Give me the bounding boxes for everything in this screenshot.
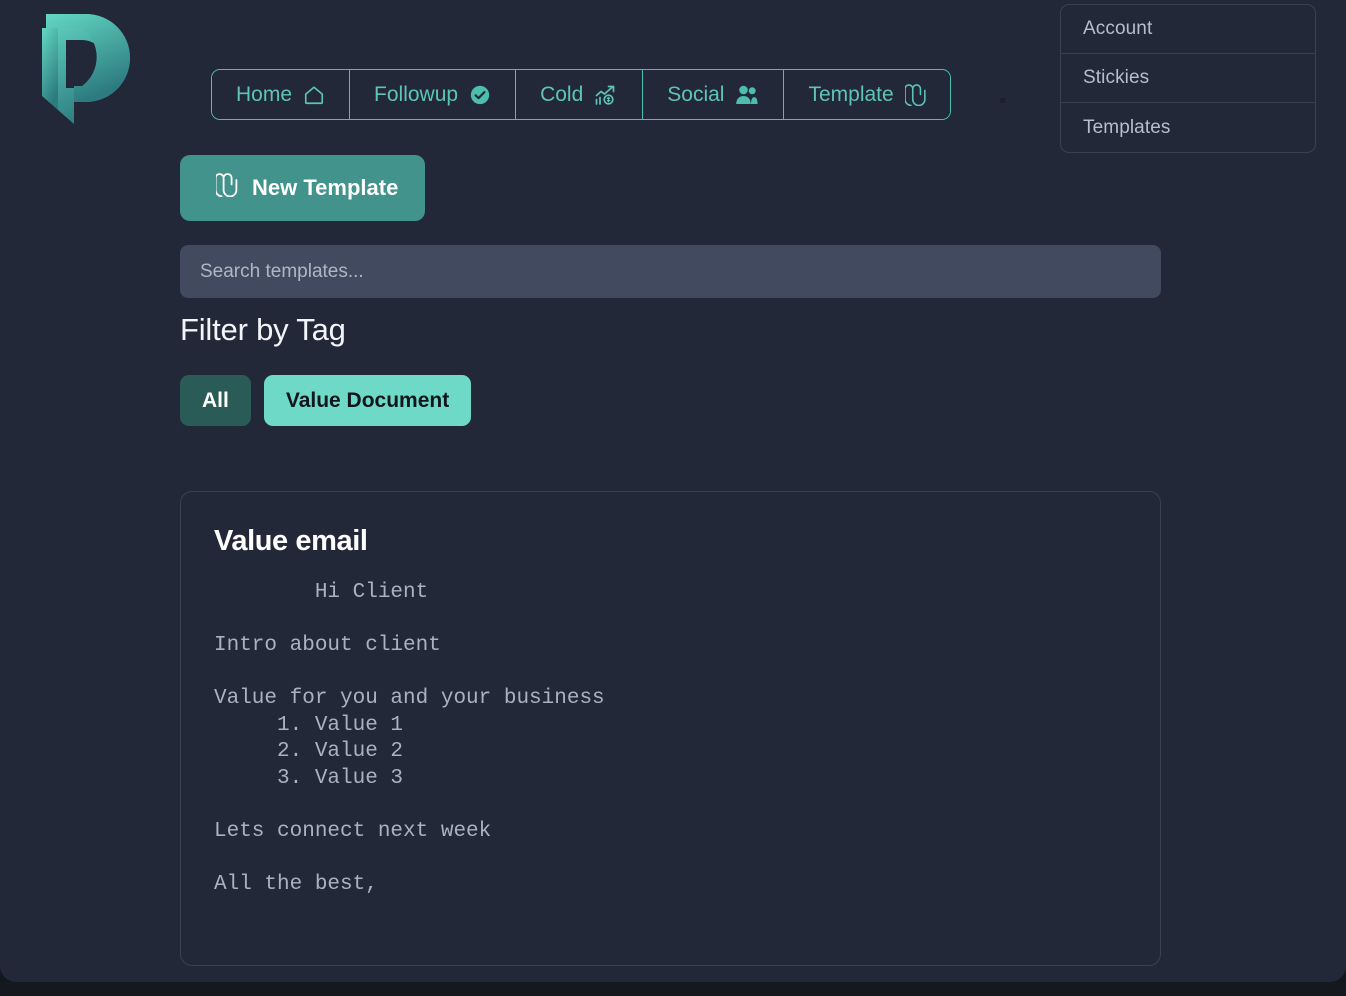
tab-template[interactable]: Template xyxy=(784,70,949,119)
tag-filter-row: All Value Document xyxy=(180,375,471,426)
account-menu: Account Stickies Templates xyxy=(1060,4,1316,153)
new-template-label: New Template xyxy=(252,175,398,201)
paperclip-icon xyxy=(905,84,926,106)
tab-social[interactable]: Social xyxy=(643,70,784,119)
search-input[interactable] xyxy=(180,245,1161,298)
menu-item-label: Templates xyxy=(1083,117,1171,139)
menu-item-templates[interactable]: Templates xyxy=(1061,103,1315,152)
home-icon xyxy=(303,84,325,106)
tag-filter-value-document[interactable]: Value Document xyxy=(264,375,471,426)
menu-item-stickies[interactable]: Stickies xyxy=(1061,54,1315,103)
tab-label: Cold xyxy=(540,83,583,107)
template-body: Hi Client Intro about client Value for y… xyxy=(214,580,1127,898)
menu-item-label: Account xyxy=(1083,18,1152,40)
paperclip-icon xyxy=(216,173,238,203)
window-frame-bottom xyxy=(0,982,1346,996)
menu-item-label: Stickies xyxy=(1083,67,1149,89)
chart-trending-money-icon xyxy=(594,83,618,107)
tag-label: All xyxy=(202,389,229,413)
main-tab-bar: Home Followup Cold xyxy=(211,69,951,120)
check-circle-icon xyxy=(469,84,491,106)
menu-item-account[interactable]: Account xyxy=(1061,5,1315,54)
filter-heading: Filter by Tag xyxy=(180,312,346,348)
template-title: Value email xyxy=(214,525,1127,558)
tag-label: Value Document xyxy=(286,389,449,413)
app-window: Account Stickies Templates Home Followup xyxy=(0,0,1346,982)
tab-label: Followup xyxy=(374,83,458,107)
tab-label: Template xyxy=(808,83,893,107)
tab-cold[interactable]: Cold xyxy=(516,70,643,119)
ip-logo xyxy=(24,6,142,128)
decorative-dot xyxy=(1000,98,1005,103)
tab-label: Social xyxy=(667,83,724,107)
tab-label: Home xyxy=(236,83,292,107)
people-icon xyxy=(735,84,759,106)
tab-home[interactable]: Home xyxy=(212,70,350,119)
tag-filter-all[interactable]: All xyxy=(180,375,251,426)
tab-followup[interactable]: Followup xyxy=(350,70,516,119)
new-template-button[interactable]: New Template xyxy=(180,155,425,221)
template-card[interactable]: Value email Hi Client Intro about client… xyxy=(180,491,1161,966)
